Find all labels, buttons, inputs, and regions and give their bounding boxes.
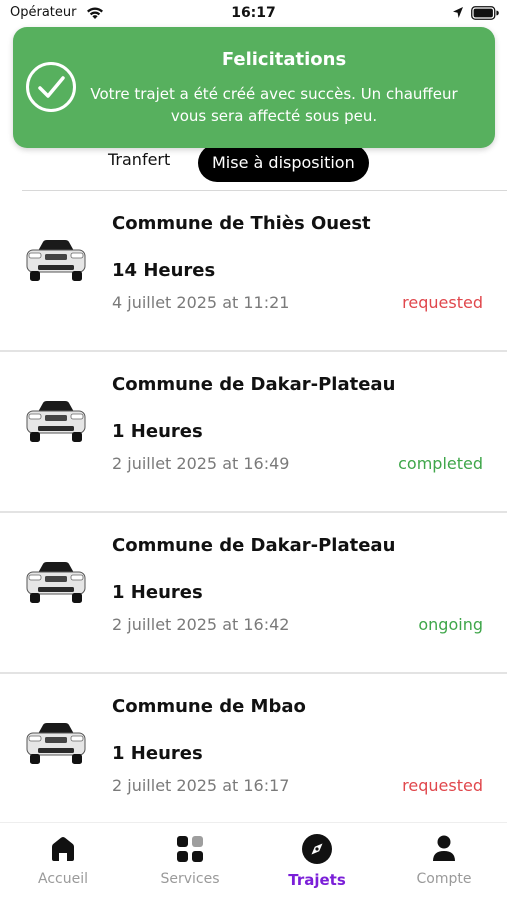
trip-status: requested	[402, 776, 483, 795]
trip-status: requested	[402, 293, 483, 312]
home-icon	[52, 837, 74, 861]
nav-item-services[interactable]: Services	[127, 823, 253, 900]
battery-icon	[471, 6, 499, 20]
nav-label-trajets: Trajets	[288, 871, 346, 889]
tab-transfer[interactable]: Tranfert	[108, 150, 170, 169]
tab-mise-a-disposition[interactable]: Mise à disposition	[198, 144, 369, 182]
trip-item[interactable]: Commune de Dakar-Plateau 1 Heures 2 juil…	[0, 352, 507, 513]
compass-icon	[302, 834, 332, 864]
car-icon	[26, 240, 86, 281]
trip-date: 2 juillet 2025 at 16:42	[112, 615, 290, 634]
status-bar: Opérateur 16:17	[0, 0, 507, 28]
person-icon	[433, 835, 455, 861]
trip-duration: 1 Heures	[112, 582, 203, 603]
check-circle-icon	[26, 62, 76, 112]
nav-label-services: Services	[160, 871, 220, 887]
trip-duration: 1 Heures	[112, 743, 203, 764]
trip-duration: 1 Heures	[112, 421, 203, 442]
nav-item-accueil[interactable]: Accueil	[0, 823, 126, 900]
success-toast[interactable]: Felicitations Votre trajet a été créé av…	[13, 27, 495, 148]
trip-duration: 14 Heures	[112, 260, 216, 281]
trip-item[interactable]: Commune de Dakar-Plateau 1 Heures 2 juil…	[0, 513, 507, 674]
toast-title: Felicitations	[221, 49, 347, 70]
trip-status: completed	[398, 454, 483, 473]
trip-place: Commune de Dakar-Plateau	[112, 535, 396, 556]
nav-label-compte: Compte	[416, 871, 472, 887]
trip-place: Commune de Mbao	[112, 696, 306, 717]
car-icon	[26, 401, 86, 442]
nav-item-trajets[interactable]: Trajets	[254, 823, 380, 900]
toast-message: Votre trajet a été créé avec succès. Un …	[90, 85, 458, 125]
nav-item-compte[interactable]: Compte	[381, 823, 507, 900]
trip-status: ongoing	[418, 615, 483, 634]
car-icon	[26, 723, 86, 764]
car-icon	[26, 562, 86, 603]
bottom-nav: Accueil Services Trajets Compte	[0, 822, 507, 900]
nav-label-accueil: Accueil	[38, 871, 88, 887]
trip-date: 2 juillet 2025 at 16:49	[112, 454, 290, 473]
grid-icon	[177, 836, 203, 862]
trip-list: Commune de Thiès Ouest 14 Heures 4 juill…	[0, 191, 507, 835]
trip-date: 4 juillet 2025 at 11:21	[112, 293, 290, 312]
trip-date: 2 juillet 2025 at 16:17	[112, 776, 290, 795]
trip-place: Commune de Thiès Ouest	[112, 213, 371, 234]
trip-place: Commune de Dakar-Plateau	[112, 374, 396, 395]
clock: 16:17	[231, 5, 276, 21]
trip-item[interactable]: Commune de Thiès Ouest 14 Heures 4 juill…	[0, 191, 507, 352]
trip-item[interactable]: Commune de Mbao 1 Heures 2 juillet 2025 …	[0, 674, 507, 835]
location-arrow-icon	[453, 7, 463, 18]
